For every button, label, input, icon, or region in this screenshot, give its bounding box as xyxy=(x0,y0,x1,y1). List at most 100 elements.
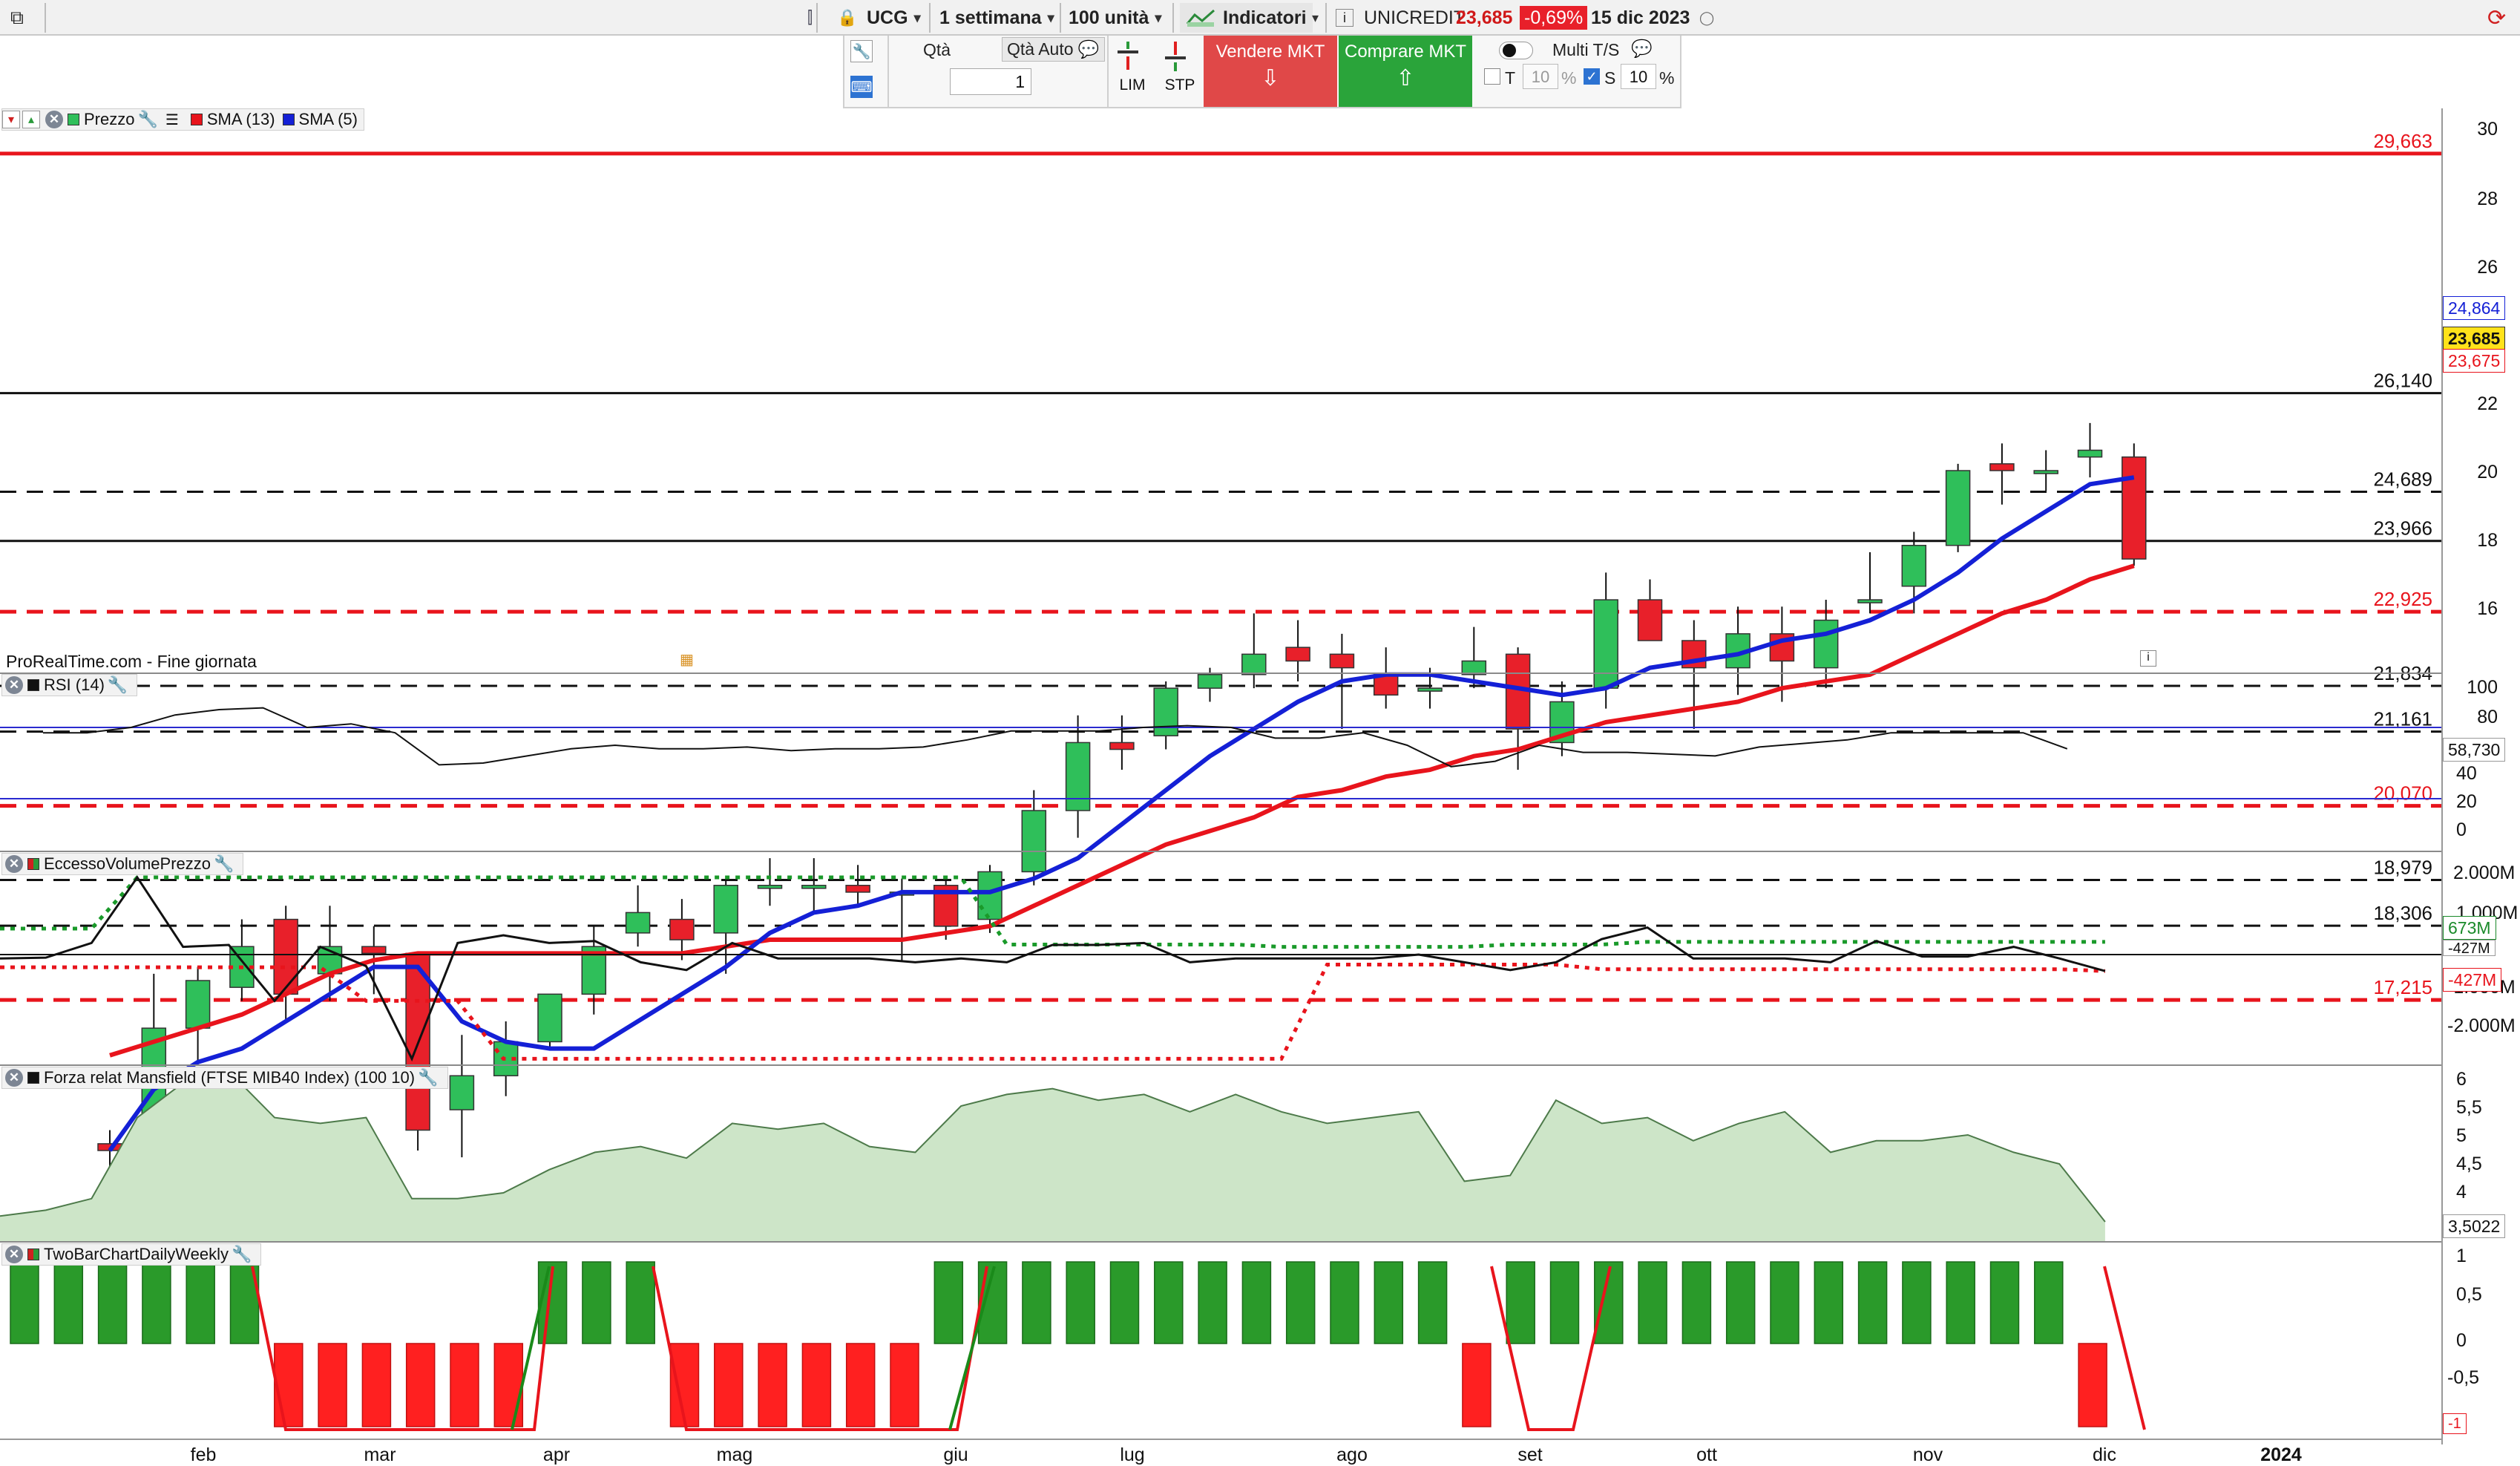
candle-body xyxy=(1857,599,1883,603)
panel-divider[interactable] xyxy=(0,1064,2441,1066)
multi-ts-toggle[interactable] xyxy=(1499,42,1533,59)
info-icon[interactable]: i xyxy=(1336,9,1353,27)
wrench-icon[interactable]: 🔧 xyxy=(418,1068,438,1087)
twobar-swatch-icon xyxy=(27,1249,39,1260)
wrench-icon[interactable]: 🔧 xyxy=(850,40,873,62)
qty-input[interactable]: 1 xyxy=(950,68,1031,95)
timeframe-selector[interactable]: 1 settimana ▾ xyxy=(939,3,1054,33)
qty-label: Qtà xyxy=(923,40,951,59)
restore-window-icon[interactable]: ⧉ xyxy=(10,3,24,33)
time-axis-label: dic xyxy=(2093,1444,2116,1465)
panel-divider[interactable] xyxy=(0,673,2441,674)
limit-order-button[interactable]: LIM xyxy=(1112,40,1153,102)
candle-body xyxy=(1021,810,1047,873)
time-axis-label: feb xyxy=(190,1444,217,1465)
close-icon[interactable]: ✕ xyxy=(5,676,23,694)
level-label: 22,925 xyxy=(2373,588,2432,610)
candle-body xyxy=(977,871,1003,920)
twobar-panel-title[interactable]: TwoBarChartDailyWeekly xyxy=(44,1245,229,1264)
candle-body xyxy=(1989,463,2015,471)
axis-tick: 30 xyxy=(2477,119,2498,140)
candle-body xyxy=(1417,687,1443,692)
candle-body xyxy=(625,912,651,934)
candle-body xyxy=(2077,449,2103,458)
sell-market-button[interactable]: Vendere MKT ⇩ xyxy=(1204,36,1337,107)
twobar-bar xyxy=(450,1343,479,1427)
mansfield-panel-title[interactable]: Forza relat Mansfield (FTSE MIB40 Index)… xyxy=(44,1068,415,1087)
rsi-axis-tick: 20 xyxy=(2456,791,2477,812)
twobar-bar xyxy=(1681,1261,1712,1344)
wrench-icon[interactable]: 🔧 xyxy=(137,110,157,129)
keyboard-icon[interactable]: ⌨ xyxy=(850,76,873,98)
s-value-input[interactable]: 10 xyxy=(1621,64,1656,89)
panel-divider[interactable] xyxy=(0,851,2441,852)
multi-ts-label: Multi T/S xyxy=(1552,40,1620,59)
wrench-icon[interactable]: 🔧 xyxy=(214,854,234,874)
candle-body xyxy=(361,946,387,955)
panel-divider[interactable] xyxy=(0,1241,2441,1243)
twobar-bar xyxy=(1989,1261,2020,1344)
rsi-panel-title[interactable]: RSI (14) xyxy=(44,675,105,695)
mansfield-panel-header: ✕ Forza relat Mansfield (FTSE MIB40 Inde… xyxy=(1,1067,448,1089)
indicators-dropdown[interactable]: ▾ xyxy=(1306,3,1319,33)
mansfield-area xyxy=(0,1071,2105,1241)
indicators-label: Indicatori xyxy=(1223,7,1307,28)
t-label: T xyxy=(1505,68,1516,88)
candle-body xyxy=(713,885,738,934)
evp-swatch-icon xyxy=(27,858,39,870)
t-value-input[interactable]: 10 xyxy=(1523,64,1558,89)
symbol-selector[interactable]: UCG ▾ xyxy=(867,3,921,33)
time-axis-label: 2024 xyxy=(2260,1444,2302,1465)
twobar-panel-header: ✕ TwoBarChartDailyWeekly 🔧 xyxy=(1,1243,262,1266)
indicators-button[interactable]: Indicatori xyxy=(1180,3,1313,33)
rsi-tag: 58,730 xyxy=(2443,738,2506,762)
mansfield-axis-tick: 4,5 xyxy=(2456,1154,2482,1174)
chart-area[interactable]: 29,66326,14024,68923,96622,92521,83421,1… xyxy=(0,108,2441,1439)
lock-icon[interactable]: 🔒 xyxy=(837,3,857,33)
evp-panel-title[interactable]: EccessoVolumePrezzo xyxy=(44,854,211,874)
candle-body xyxy=(1945,470,1971,546)
stop-order-button[interactable]: STP xyxy=(1159,40,1201,102)
sma5-label[interactable]: SMA (5) xyxy=(299,110,358,129)
units-selector[interactable]: 100 unità ▾ xyxy=(1069,3,1161,33)
twobar-tag: -1 xyxy=(2443,1413,2467,1434)
twobar-bar xyxy=(845,1343,876,1427)
qty-auto-button[interactable]: Qtà Auto 💬 xyxy=(1002,37,1105,62)
close-icon[interactable]: ✕ xyxy=(5,855,23,873)
last-price: 23,685 xyxy=(1456,7,1513,28)
top-toolbar: ⧉ ⫿ 🔒 UCG ▾ 1 settimana ▾ 100 unità ▾ Indic… xyxy=(0,0,2520,36)
candle-body xyxy=(1109,742,1135,750)
close-icon[interactable]: ✕ xyxy=(5,1246,23,1263)
mansfield-axis-tick: 5,5 xyxy=(2456,1097,2482,1118)
refresh-icon[interactable]: ⟳ xyxy=(2487,3,2506,33)
calendar-icon[interactable]: ▦ xyxy=(680,650,694,669)
close-icon[interactable]: ✕ xyxy=(45,111,63,128)
sma13-label[interactable]: SMA (13) xyxy=(207,110,275,129)
twobar-bar xyxy=(97,1261,128,1344)
list-icon[interactable]: ☰ xyxy=(165,111,179,129)
info-icon[interactable]: i xyxy=(2140,650,2156,667)
axis-tick: 22 xyxy=(2477,393,2498,414)
close-icon[interactable]: ✕ xyxy=(5,1069,23,1087)
t-checkbox[interactable] xyxy=(1484,68,1500,85)
candle-body xyxy=(185,980,211,1029)
s-label: S xyxy=(1604,68,1616,88)
twobar-bar xyxy=(1066,1261,1095,1344)
twobar-axis-tick: 1 xyxy=(2456,1246,2467,1266)
twobar-bar xyxy=(10,1261,39,1344)
wrench-icon[interactable]: 🔧 xyxy=(232,1245,252,1264)
twobar-bar xyxy=(1902,1261,1932,1344)
time-axis-label: ago xyxy=(1336,1444,1368,1465)
rsi-axis-tick: 100 xyxy=(2467,677,2498,698)
sell-icon: ⇩ xyxy=(1261,66,1280,91)
twobar-bar xyxy=(1374,1261,1404,1344)
collapse-icon[interactable]: ▾ xyxy=(2,111,20,128)
buy-market-button[interactable]: Comprare MKT ⇧ xyxy=(1339,36,1472,107)
wrench-icon[interactable]: 🔧 xyxy=(108,675,128,695)
twobar-bar xyxy=(405,1343,436,1427)
expand-icon[interactable]: ▴ xyxy=(22,111,40,128)
price-panel-header: ▾ ▴ ✕ Prezzo 🔧 ☰ SMA (13) SMA (5) xyxy=(1,108,364,131)
price-panel-title[interactable]: Prezzo xyxy=(84,110,134,129)
s-checkbox[interactable]: ✓ xyxy=(1584,68,1600,85)
chart-type-icon[interactable]: ⫿ xyxy=(807,3,813,33)
